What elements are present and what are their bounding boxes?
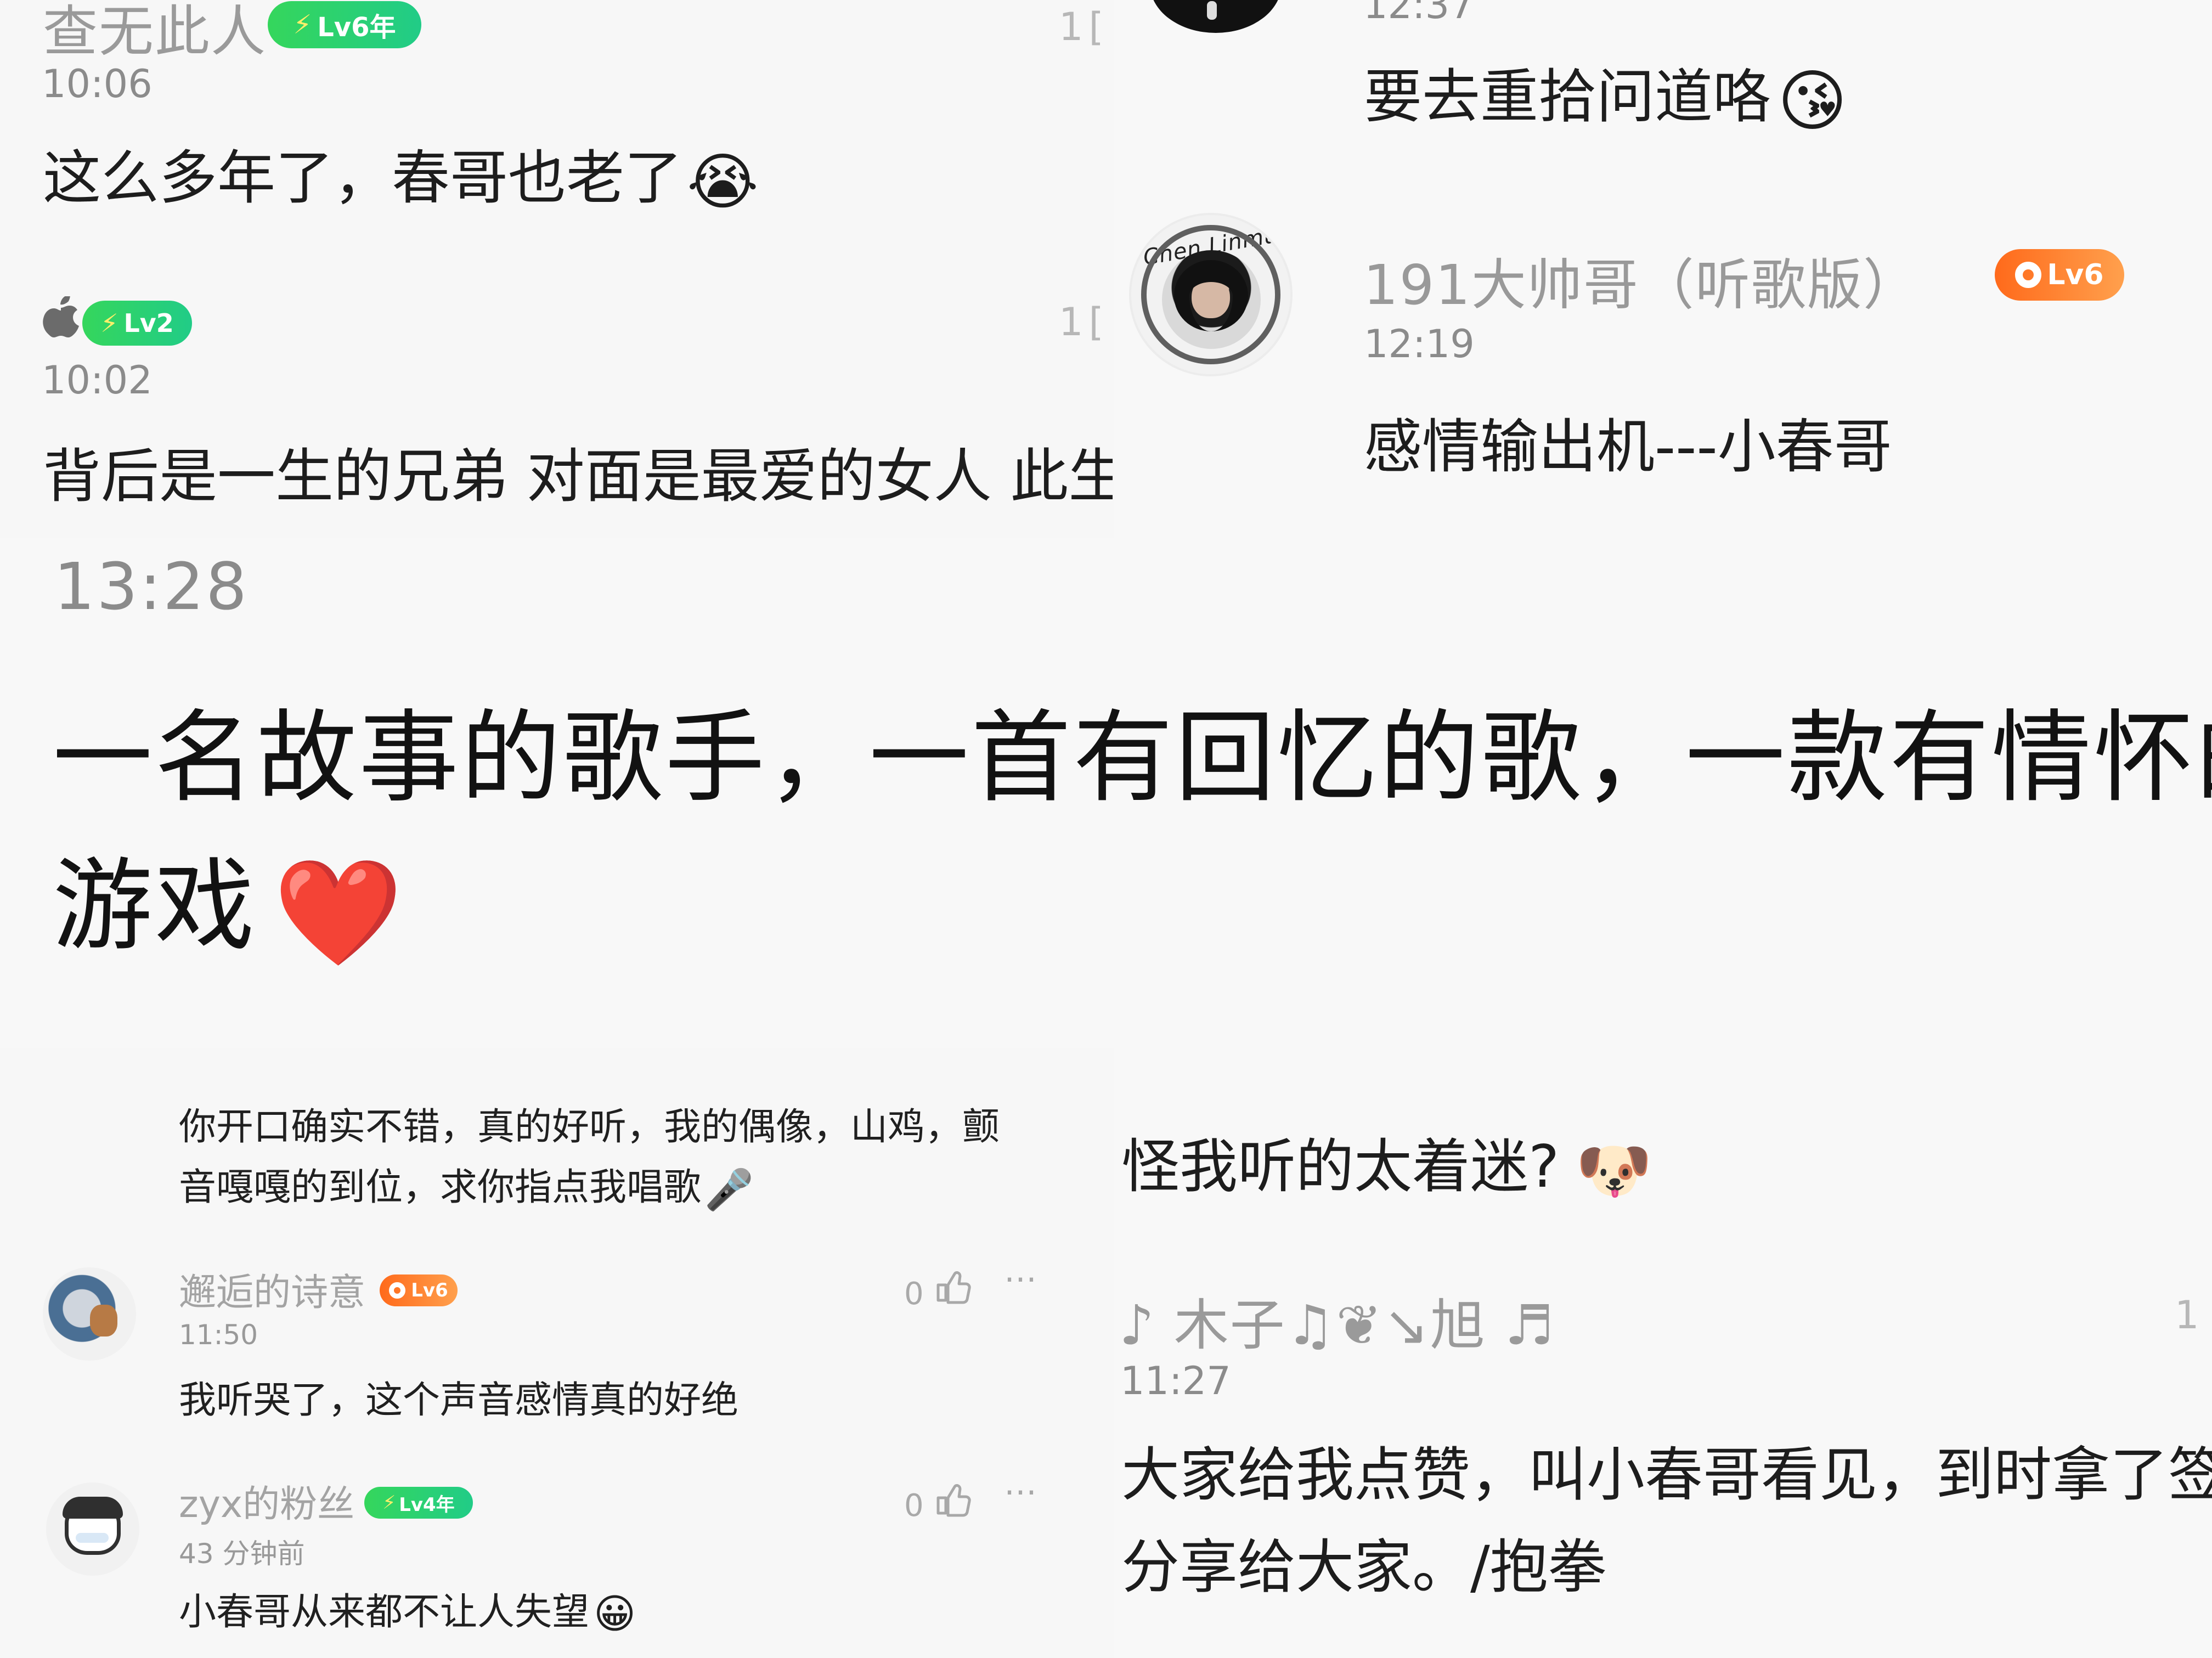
comment-text: 背后是一生的兄弟 对面是最爱的女人 此生足 — [43, 443, 1113, 510]
avatar-hat — [63, 1497, 123, 1519]
comment-time: 11:27 — [1120, 1358, 1231, 1403]
avatar[interactable]: Chen Linmu — [1129, 213, 1293, 376]
level-badge: ⚡ Lv2 — [82, 301, 192, 346]
comment-time: 12:37 — [1363, 0, 1474, 27]
crying-emoji: 😭 — [687, 146, 759, 218]
comment-text-line-2: 分享给大家。/抱拳 — [1121, 1533, 1606, 1601]
apple-icon — [42, 295, 80, 340]
level-badge: Lv6 — [380, 1274, 458, 1306]
comment-text: 小春哥从来都不让人失望 😀 — [179, 1581, 636, 1636]
comment-count: 1 — [2175, 1293, 2199, 1338]
top-left-comments-panel: 查无此人 ⚡ Lv6年 1[ 10:06 这么多年了，春哥也老了😭 ⚡ Lv2 … — [0, 0, 1114, 538]
comment-text-body: 小春哥从来都不让人失望 — [179, 1591, 590, 1634]
comment-text: 怪我听的太着迷? 🐶 — [1121, 1119, 1652, 1204]
comment-text: 要去重拾问道咯😘 — [1364, 49, 1847, 134]
avatar-image — [43, 1267, 136, 1361]
avatar-hair — [1174, 260, 1248, 331]
comment-count: 1[ — [1059, 300, 1104, 345]
comment-text-body: 要去重拾问道咯 — [1364, 63, 1771, 131]
thumb-up-icon[interactable] — [933, 1479, 973, 1520]
comment-text-body: 这么多年了，春哥也老了 — [43, 144, 682, 212]
thumb-up-icon[interactable] — [933, 1266, 973, 1307]
avatar[interactable] — [1150, 0, 1282, 33]
comment-time: 12:19 — [1364, 322, 1475, 366]
comment-text-line-1: 大家给我点赞，叫小春哥看见，到时拿了签名 — [1121, 1441, 2212, 1509]
comment-text-line-1: 一名故事的歌手，一首有回忆的歌，一款有情怀的 — [53, 700, 2212, 816]
bottom-right-comments-panel: 怪我听的太着迷? 🐶 ♪ 木子♫❦↘旭 ♬ 1 11:27 大家给我点赞，叫小春哥… — [1114, 1048, 2212, 1658]
level-badge-label: Lv6年 — [317, 12, 396, 43]
comment-time: 11:50 — [179, 1319, 258, 1351]
avatar-detail — [76, 1533, 109, 1543]
smile-emoji: 😀 — [594, 1591, 636, 1638]
comment-text-line-2: 游戏 ❤️ — [53, 825, 405, 969]
avatar[interactable] — [43, 1267, 136, 1361]
dog-emoji: 🐶 — [1576, 1135, 1652, 1207]
level-badge-label: Lv6 — [2047, 258, 2104, 291]
highlighted-comment-panel: 13:28 一名故事的歌手，一首有回忆的歌，一款有情怀的 游戏 ❤️ — [0, 538, 2212, 1048]
level-badge-label: Lv4年 — [399, 1493, 455, 1516]
level-badge-label: Lv2 — [123, 308, 174, 338]
ring-icon — [389, 1282, 406, 1299]
username[interactable]: 191大帅哥（听歌版） — [1363, 240, 1919, 320]
bolt-icon: ⚡ — [100, 308, 119, 338]
like-count: 0 — [904, 1488, 924, 1524]
comment-time: 43 分钟前 — [179, 1538, 305, 1570]
username[interactable]: zyx的粉丝 — [179, 1474, 354, 1528]
level-badge: ⚡ Lv4年 — [364, 1487, 473, 1519]
comment-count-value: 1 — [1059, 300, 1084, 345]
avatar-detail — [1207, 1, 1217, 20]
comment-text-line-2: 音嘎嘎的到位，求你指点我唱歌🎤 — [179, 1157, 754, 1211]
level-badge-label: Lv6 — [411, 1279, 448, 1301]
comment-text-line-1: 你开口确实不错，真的好听，我的偶像，山鸡，颤 — [179, 1106, 1000, 1149]
bolt-icon: ⚡ — [293, 9, 312, 40]
more-icon[interactable]: ⋯ — [1004, 1473, 1041, 1511]
comment-text-body: 音嘎嘎的到位，求你指点我唱歌 — [179, 1166, 702, 1209]
kiss-emoji: 😘 — [1778, 62, 1848, 140]
level-badge: Lv6 — [1995, 249, 2124, 301]
microphone-emoji: 🎤 — [704, 1166, 754, 1213]
comment-text: 感情输出机---小春哥 — [1364, 413, 1892, 481]
bottom-left-comments-panel: 你开口确实不错，真的好听，我的偶像，山鸡，颤 音嘎嘎的到位，求你指点我唱歌🎤 邂… — [0, 1048, 1114, 1658]
avatar-detail — [90, 1305, 117, 1336]
bolt-icon: ⚡ — [382, 1492, 396, 1514]
comment-text-body: 游戏 — [53, 848, 257, 964]
comment-count: 1[ — [1059, 4, 1104, 49]
username[interactable]: 查无此人 — [43, 0, 267, 66]
comment-text: 我听哭了，这个声音感情真的好绝 — [179, 1379, 739, 1422]
top-right-comments-panel: 12:37 要去重拾问道咯😘 Chen Linmu 191大帅哥（听歌版） Lv… — [1114, 0, 2212, 538]
comment-text-body: 怪我听的太着迷? — [1121, 1133, 1560, 1200]
screenshot-collage: 查无此人 ⚡ Lv6年 1[ 10:06 这么多年了，春哥也老了😭 ⚡ Lv2 … — [0, 0, 2212, 1658]
comment-count-value: 1 — [1059, 4, 1084, 49]
like-count: 0 — [904, 1276, 924, 1312]
avatar[interactable] — [46, 1482, 139, 1576]
comment-time: 13:28 — [54, 549, 249, 624]
heart-emoji: ❤️ — [273, 852, 405, 974]
comment-time: 10:06 — [42, 61, 153, 106]
comment-time: 10:02 — [42, 358, 153, 403]
comment-text: 这么多年了，春哥也老了😭 — [43, 131, 759, 215]
more-icon[interactable]: ⋯ — [1004, 1260, 1041, 1298]
level-badge: ⚡ Lv6年 — [268, 1, 421, 48]
ring-icon — [2015, 262, 2042, 288]
username[interactable]: ♪ 木子♫❦↘旭 ♬ — [1119, 1281, 1555, 1360]
username[interactable]: 邂逅的诗意 — [179, 1262, 365, 1316]
